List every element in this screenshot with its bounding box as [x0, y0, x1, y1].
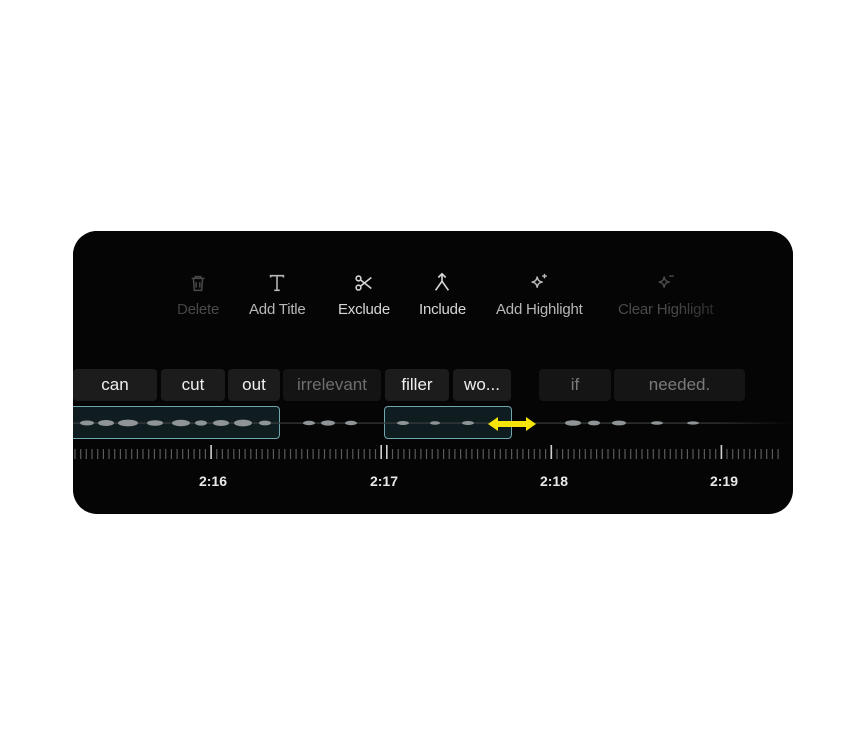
- double-arrow-icon[interactable]: [486, 415, 538, 433]
- word-chip[interactable]: out: [228, 369, 280, 401]
- text-t-icon: [266, 271, 288, 295]
- include-button[interactable]: Include: [419, 271, 466, 318]
- word-chip[interactable]: wo...: [453, 369, 511, 401]
- trash-icon: [187, 271, 209, 295]
- add-highlight-button[interactable]: Add Highlight: [496, 271, 583, 318]
- timeline-ruler[interactable]: [73, 445, 793, 465]
- delete-button[interactable]: Delete: [177, 271, 219, 318]
- audio-waveform: [73, 406, 793, 441]
- exclude-button[interactable]: Exclude: [338, 271, 390, 318]
- timestamp-label: 2:16: [198, 473, 228, 489]
- clear-highlight-label: Clear Highlight: [618, 301, 714, 318]
- delete-label: Delete: [177, 301, 220, 318]
- editor-panel: Delete Add Title Exclude Include Add Hig…: [73, 231, 793, 514]
- word-chip-excluded[interactable]: needed.: [614, 369, 745, 401]
- sparkle-minus-icon: [655, 271, 677, 295]
- add-title-label: Add Title: [249, 301, 306, 318]
- scissors-icon: [353, 271, 375, 295]
- clear-highlight-button[interactable]: Clear Highlight: [618, 271, 714, 318]
- timestamp-label: 2:19: [709, 473, 739, 489]
- sparkle-plus-icon: [528, 271, 550, 295]
- timestamp-label: 2:18: [539, 473, 569, 489]
- word-chip-excluded[interactable]: if: [539, 369, 611, 401]
- toolbar-fade-left: [73, 231, 193, 331]
- add-highlight-label: Add Highlight: [496, 301, 583, 318]
- word-chip-excluded[interactable]: irrelevant: [283, 369, 381, 401]
- toolbar: Delete Add Title Exclude Include Add Hig…: [73, 231, 793, 331]
- exclude-label: Exclude: [338, 301, 390, 318]
- word-chip[interactable]: can: [73, 369, 157, 401]
- merge-icon: [431, 271, 453, 295]
- word-chip[interactable]: cut: [161, 369, 225, 401]
- add-title-button[interactable]: Add Title: [249, 271, 306, 318]
- word-chip[interactable]: filler: [385, 369, 449, 401]
- include-label: Include: [419, 301, 466, 318]
- timestamp-label: 2:17: [369, 473, 399, 489]
